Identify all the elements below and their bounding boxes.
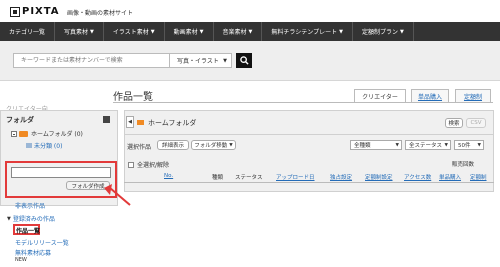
column-upload-date[interactable]: アップロード日 <box>276 173 315 181</box>
chevron-down-icon: ▼ <box>199 28 204 35</box>
column-type: 種類 <box>212 175 224 181</box>
nav-label: 動画素材 <box>173 29 198 36</box>
nav-label: 無料チラシテンプレート <box>271 29 338 36</box>
chevron-down-icon: ▼ <box>223 57 227 64</box>
chevron-down-icon: ▼ <box>395 142 399 148</box>
chevron-down-icon: ▼ <box>339 28 343 35</box>
table-header-divider <box>124 182 494 183</box>
select-all-checkbox[interactable] <box>128 161 134 168</box>
nav-label: カテゴリ一覧 <box>9 29 46 36</box>
home-folder-label: ホームフォルダ (0) <box>31 131 83 138</box>
column-status: ステータス <box>235 175 263 181</box>
nav-label: イラスト素材 <box>112 29 149 36</box>
current-folder-name: ホームフォルダ <box>148 119 197 127</box>
global-nav: カテゴリ一覧 写真素材 ▼ イラスト素材 ▼ 動画素材 ▼ 音楽素材 ▼ 無料チラシテン… <box>0 22 500 41</box>
type-filter-value: 全種類 <box>354 143 371 149</box>
logo-mark-icon <box>10 6 20 17</box>
sales-count-header: 販売回数 <box>452 162 475 168</box>
unsorted-folder-label: 未分類 (0) <box>34 143 63 150</box>
chevron-down-icon: ▼ <box>444 142 448 148</box>
column-subscription[interactable]: 定額制 <box>470 173 487 181</box>
chevron-down-icon: ▼ <box>150 28 155 35</box>
pixta-logo[interactable]: PIXTA <box>10 6 60 17</box>
create-folder-button[interactable]: フォルダ作成 <box>66 181 110 190</box>
status-filter-select[interactable]: 全ステータス ▼ <box>405 140 451 150</box>
nav-item-categories[interactable]: カテゴリ一覧 <box>0 22 56 41</box>
column-exclusive[interactable]: 独占設定 <box>330 173 352 181</box>
panel-search-button[interactable]: 検索 <box>445 118 463 128</box>
status-filter-value: 全ステータス <box>409 143 443 149</box>
nav-label: 定額制プラン <box>361 29 398 36</box>
tab-subscription[interactable]: 定額制 <box>455 89 491 102</box>
move-folder-label: フォルダ移動 <box>194 143 228 149</box>
folder-tree-home[interactable]: ホームフォルダ (0) <box>11 129 83 138</box>
nav-label: 音楽素材 <box>222 29 247 36</box>
tab-creator[interactable]: クリエイター <box>354 89 406 103</box>
chevron-down-icon: ▼ <box>248 28 253 35</box>
close-icon[interactable] <box>103 116 110 123</box>
collapse-icon[interactable] <box>11 130 17 137</box>
search-type-value: 写真・イラスト <box>177 58 219 65</box>
nav-item-illustration[interactable]: イラスト素材 ▼ <box>104 22 165 41</box>
search-type-select[interactable]: 写真・イラスト ▼ <box>170 53 232 68</box>
folder-panel-title: フォルダ <box>6 116 34 124</box>
per-page-select[interactable]: 50件 ▼ <box>454 140 484 150</box>
folder-name-input[interactable] <box>11 167 111 178</box>
select-all-toggle[interactable]: 全選択/解除 <box>128 160 169 169</box>
select-all-label: 全選択/解除 <box>137 162 170 169</box>
per-page-value: 50件 <box>458 143 471 149</box>
column-subscription-setting[interactable]: 定額制設定 <box>365 173 393 181</box>
chevron-down-icon: ▼ <box>477 142 481 148</box>
sidebar-item-free-works[interactable]: 無料素材応募 <box>15 248 51 257</box>
sidebar-item-works-list[interactable]: 作品一覧 <box>16 226 40 235</box>
column-no[interactable]: No. <box>164 173 173 179</box>
folder-icon <box>26 143 32 148</box>
chevron-down-icon: ▼ <box>90 28 94 35</box>
site-tagline: 画像・動画の素材サイト <box>67 10 134 17</box>
chevron-down-icon: ▼ <box>229 142 233 148</box>
logo-text: PIXTA <box>22 6 60 17</box>
chevron-down-icon: ▼ <box>399 28 404 35</box>
nav-item-music[interactable]: 音楽素材 ▼ <box>214 22 263 41</box>
triangle-down-icon: ▼ <box>7 215 11 222</box>
detail-view-button[interactable]: 詳細表示 <box>157 140 189 150</box>
move-folder-button[interactable]: フォルダ移動 ▼ <box>191 140 236 150</box>
sidebar-item-model-release[interactable]: モデルリリース一覧 <box>15 238 69 247</box>
page-title: 作品一覧 <box>113 92 153 103</box>
selected-works-label: 選択作品 <box>127 144 152 151</box>
folder-tree-unsorted[interactable]: 未分類 (0) <box>26 141 62 150</box>
folder-icon <box>137 120 144 125</box>
sidebar-item-hidden-works[interactable]: 非表示作品 <box>15 201 45 210</box>
nav-label: 写真素材 <box>64 29 89 36</box>
search-icon <box>239 56 249 65</box>
tab-single-purchase[interactable]: 単品購入 <box>411 89 449 102</box>
search-input[interactable] <box>13 53 170 68</box>
sidebar-item-registered[interactable]: ▼ 登録済みの作品 <box>7 214 55 224</box>
top-header: PIXTA 画像・動画の素材サイト <box>0 0 500 22</box>
nav-item-video[interactable]: 動画素材 ▼ <box>165 22 214 41</box>
folder-icon <box>19 130 28 137</box>
new-badge: NEW <box>15 257 27 263</box>
column-access-count[interactable]: アクセス数 <box>404 173 431 181</box>
column-single-purchase[interactable]: 単品購入 <box>439 173 461 181</box>
nav-item-subscription[interactable]: 定額制プラン ▼ <box>353 22 414 41</box>
back-button[interactable]: ◀ <box>126 116 134 128</box>
chevron-left-icon: ◀ <box>128 119 132 125</box>
csv-button[interactable]: CSV <box>466 118 486 128</box>
search-button[interactable] <box>236 53 252 68</box>
tab-divider <box>113 102 493 103</box>
nav-item-flyer-templates[interactable]: 無料チラシテンプレート ▼ <box>262 22 353 41</box>
nav-item-photo[interactable]: 写真素材 ▼ <box>55 22 104 41</box>
registered-label: 登録済みの作品 <box>12 216 55 223</box>
type-filter-select[interactable]: 全種類 ▼ <box>350 140 402 150</box>
panel-divider <box>124 134 494 135</box>
